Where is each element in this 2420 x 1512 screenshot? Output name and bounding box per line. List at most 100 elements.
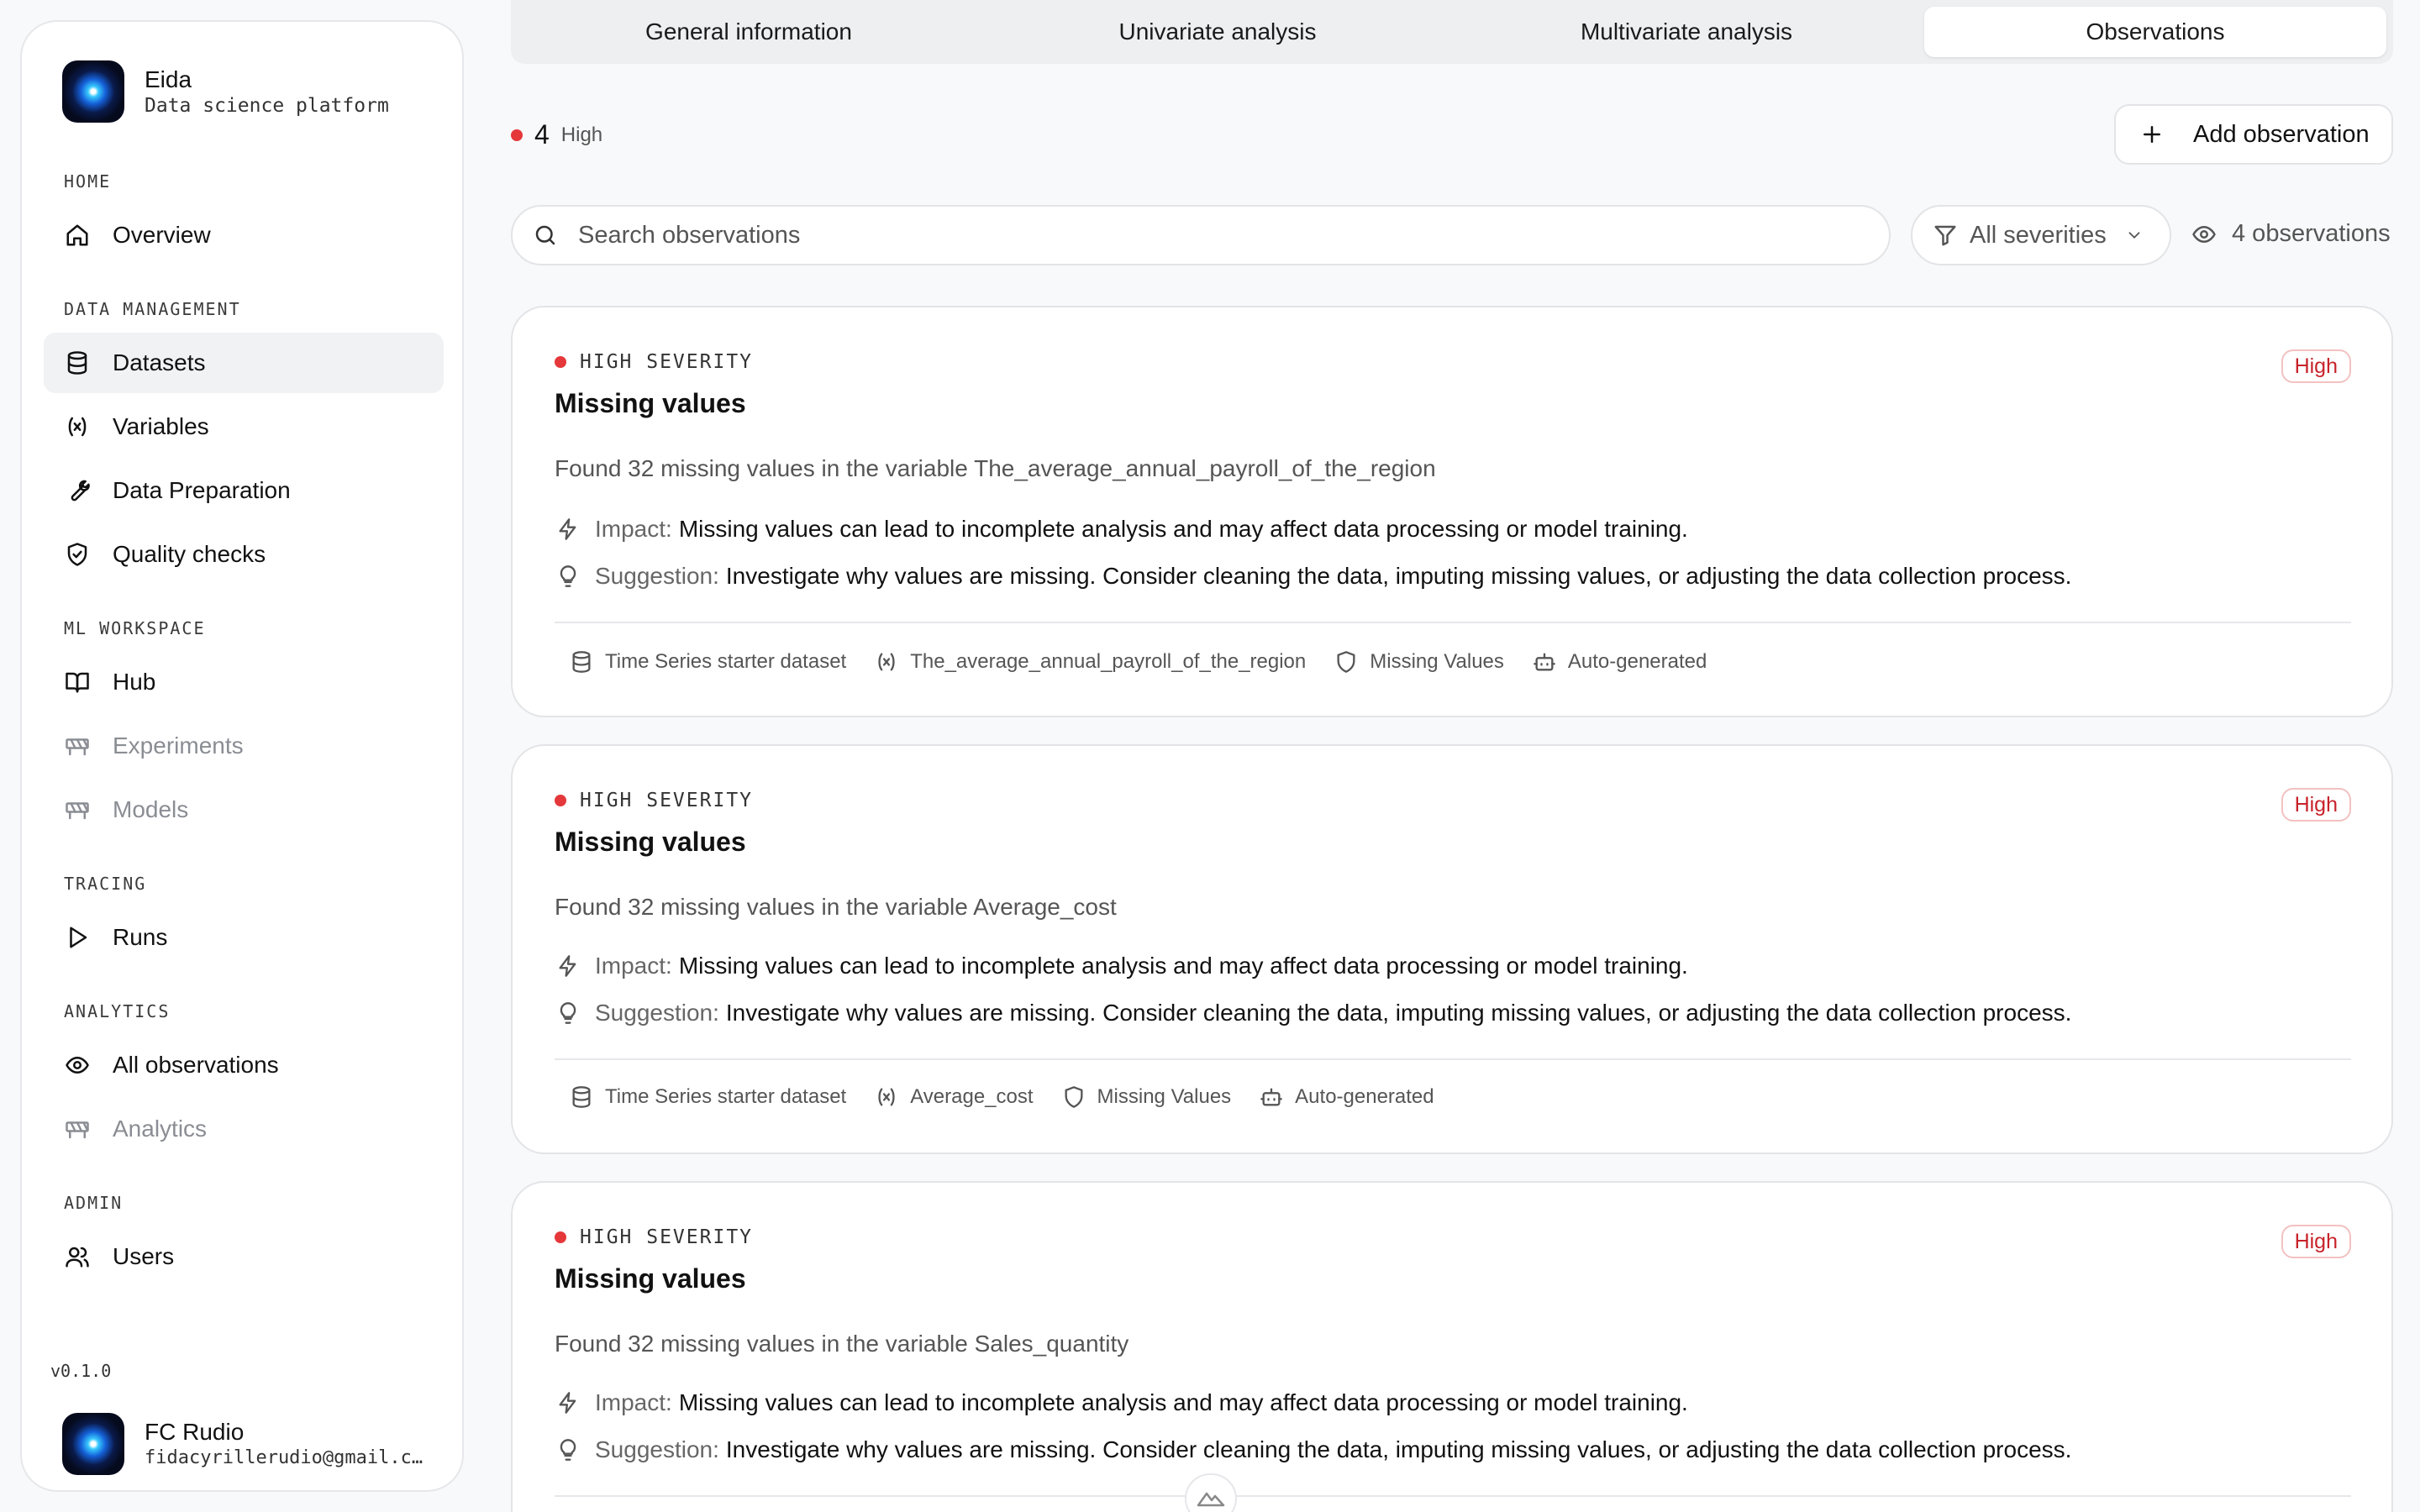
impact-text: Missing values can lead to incomplete an… [678, 516, 1688, 542]
card-description: Found 32 missing values in the variable … [555, 894, 1117, 920]
section-label-home: HOME [64, 171, 112, 192]
sidebar-item-hub[interactable]: Hub [44, 652, 444, 712]
play-icon [64, 924, 91, 951]
tab-univariate-analysis[interactable]: Univariate analysis [986, 7, 1449, 57]
sidebar-item-label: Data Preparation [113, 477, 291, 503]
sidebar-item-analytics[interactable]: Analytics [44, 1099, 444, 1159]
construction-icon [64, 1116, 91, 1142]
brand[interactable]: Eida Data science platform [62, 60, 389, 123]
meta-variable-label: The_average_annual_payroll_of_the_region [910, 650, 1307, 673]
search-bar[interactable] [511, 205, 1891, 265]
severity-summary: 4 High [511, 119, 602, 150]
meta-check: Missing Values [1062, 1085, 1231, 1109]
section-label-admin: ADMIN [64, 1193, 124, 1213]
book-open-icon [64, 669, 91, 696]
impact-key: Impact: [595, 953, 672, 979]
observation-card[interactable]: HIGH SEVERITY High Missing values Found … [511, 306, 2393, 717]
severity-dot [555, 356, 566, 368]
severity-dot [511, 129, 523, 141]
zap-icon [555, 516, 581, 543]
bot-icon [1534, 653, 1555, 671]
add-observation-button[interactable]: Add observation [2114, 104, 2393, 165]
card-severity: HIGH SEVERITY [555, 351, 753, 373]
database-icon [64, 349, 91, 376]
observation-count: 4 observations [2191, 220, 2391, 248]
sidebar-item-all-observations[interactable]: All observations [44, 1035, 444, 1095]
app-version: v0.1.0 [50, 1361, 112, 1381]
suggestion-text: Investigate why values are missing. Cons… [725, 563, 2072, 589]
lightbulb-icon [555, 563, 581, 590]
sidebar-item-label: Overview [113, 222, 211, 248]
user-name: FC Rudio [145, 1419, 245, 1445]
card-divider [555, 622, 2351, 623]
lightbulb-icon [555, 1436, 581, 1463]
meta-dataset[interactable]: Time Series starter dataset [570, 1085, 846, 1109]
observation-card[interactable]: HIGH SEVERITY High Missing values Found … [511, 744, 2393, 1154]
severity-dot [555, 795, 566, 806]
add-observation-label: Add observation [2193, 120, 2370, 148]
card-severity-label: HIGH SEVERITY [580, 1226, 754, 1248]
bot-icon [1260, 1088, 1283, 1106]
suggestion-text: Investigate why values are missing. Cons… [725, 1436, 2072, 1462]
card-title: Missing values [555, 1263, 746, 1294]
tab-observations[interactable]: Observations [1924, 7, 2386, 57]
meta-source-label: Auto-generated [1295, 1085, 1434, 1108]
users-icon [64, 1243, 91, 1270]
brand-name: Eida [145, 66, 192, 92]
sidebar-item-models[interactable]: Models [44, 780, 444, 840]
impact-text: Missing values can lead to incomplete an… [678, 1389, 1688, 1415]
meta-variable[interactable]: The_average_annual_payroll_of_the_region [875, 650, 1306, 674]
meta-dataset-label: Time Series starter dataset [605, 650, 847, 673]
shield-icon [1065, 1086, 1083, 1108]
section-label-data-management: DATA MANAGEMENT [64, 299, 241, 319]
variable-icon [64, 413, 91, 440]
suggestion-key: Suggestion: [595, 1436, 719, 1462]
database-icon [572, 651, 591, 673]
search-input[interactable] [578, 221, 1839, 249]
plus-icon [2139, 122, 2165, 147]
filter-icon [1933, 223, 1958, 248]
avatar [62, 1413, 124, 1475]
suggestion-key: Suggestion: [595, 563, 719, 589]
section-label-ml-workspace: ML WORKSPACE [64, 618, 206, 638]
sidebar-item-experiments[interactable]: Experiments [44, 716, 444, 776]
sidebar-item-datasets[interactable]: Datasets [44, 333, 444, 393]
mountain-icon [1197, 1488, 1225, 1509]
tab-general-information[interactable]: General information [518, 7, 980, 57]
shield-check-icon [64, 541, 91, 568]
observation-card[interactable]: HIGH SEVERITY High Missing values Found … [511, 1181, 2393, 1512]
card-divider [555, 1495, 2351, 1497]
card-impact: Impact: Missing values can lead to incom… [555, 953, 1688, 979]
impact-key: Impact: [595, 1389, 672, 1415]
card-severity: HIGH SEVERITY [555, 1226, 753, 1248]
section-label-analytics: ANALYTICS [64, 1001, 171, 1021]
database-icon [572, 1086, 591, 1108]
sidebar-item-variables[interactable]: Variables [44, 396, 444, 457]
user-profile[interactable]: FC Rudio fidacyrillerudio@gmail.com [62, 1413, 430, 1475]
variable-icon [878, 653, 895, 671]
tab-multivariate-analysis[interactable]: Multivariate analysis [1455, 7, 1918, 57]
card-impact: Impact: Missing values can lead to incom… [555, 516, 1688, 543]
sidebar-item-label: Quality checks [113, 541, 266, 567]
lightbulb-icon [555, 1000, 581, 1026]
sidebar-item-overview[interactable]: Overview [44, 205, 444, 265]
card-suggestion: Suggestion: Investigate why values are m… [555, 1436, 2071, 1463]
sidebar-item-label: Analytics [113, 1116, 208, 1142]
status-badge: High [2281, 349, 2351, 383]
card-meta: Time Series starter dataset Average_cost… [570, 1085, 1463, 1109]
meta-dataset[interactable]: Time Series starter dataset [570, 650, 846, 674]
construction-icon [64, 796, 91, 823]
sidebar-item-label: Models [113, 796, 189, 822]
meta-variable[interactable]: Average_cost [875, 1085, 1034, 1109]
sidebar-item-runs[interactable]: Runs [44, 907, 444, 968]
sidebar-item-users[interactable]: Users [44, 1226, 444, 1287]
construction-icon [64, 732, 91, 759]
sidebar-item-quality-checks[interactable]: Quality checks [44, 524, 444, 585]
sidebar-item-label: Experiments [113, 732, 244, 759]
sidebar-item-label: Variables [113, 413, 209, 439]
sidebar-item-label: Runs [113, 924, 168, 950]
sidebar: Eida Data science platform HOME Overview… [20, 20, 464, 1492]
sidebar-item-data-preparation[interactable]: Data Preparation [44, 460, 444, 521]
sidebar-item-label: Datasets [113, 349, 206, 375]
severity-filter-select[interactable]: All severities [1911, 205, 2171, 265]
